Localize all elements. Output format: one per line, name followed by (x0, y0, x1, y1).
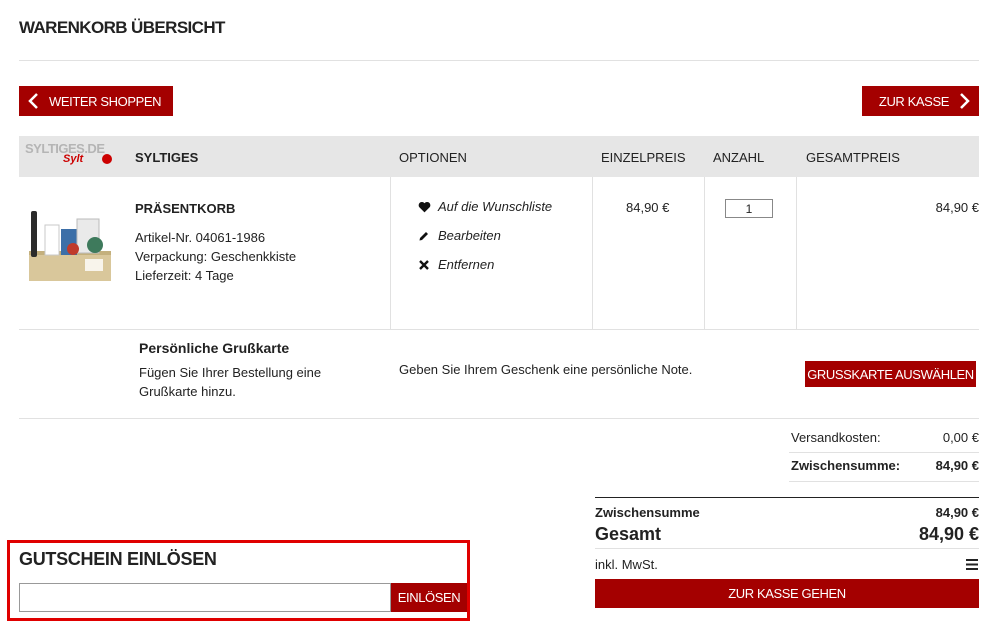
totals-subtotal-label: Zwischensumme (595, 505, 700, 520)
wishlist-label: Auf die Wunschliste (438, 199, 553, 214)
menu-icon[interactable] (966, 559, 978, 570)
item-unit-price: 84,90 € (626, 200, 670, 215)
divider (19, 60, 979, 61)
subtotal-label: Zwischensumme: (791, 458, 901, 473)
continue-shopping-button[interactable]: WEITER SHOPPEN (19, 86, 173, 116)
shop-logo: SYLTIGES.DE Sylt (25, 141, 115, 171)
header-options: OPTIONEN (399, 150, 467, 165)
edit-link[interactable]: Bearbeiten (417, 228, 501, 243)
logo-sub: Sylt (63, 153, 84, 165)
wishlist-link[interactable]: Auf die Wunschliste (417, 199, 552, 214)
total-label: Gesamt (595, 524, 662, 544)
vat-label: inkl. MwSt. (595, 557, 658, 572)
header-quantity: ANZAHL (713, 150, 765, 165)
chevron-right-icon (960, 93, 970, 109)
item-article: Artikel-Nr. 04061-1986 (135, 230, 266, 245)
item-delivery: Lieferzeit: 4 Tage (135, 268, 234, 283)
product-image (29, 211, 111, 281)
continue-shopping-label: WEITER SHOPPEN (49, 93, 162, 109)
header-total: GESAMTPREIS (806, 150, 900, 165)
greeting-title: Persönliche Grußkarte (139, 340, 290, 356)
header-unit-price: EINZELPREIS (601, 150, 686, 165)
totals-subtotal-value: 84,90 € (935, 505, 979, 520)
checkout-top-button[interactable]: ZUR KASSE (862, 86, 979, 116)
chevron-left-icon (28, 93, 38, 109)
item-name[interactable]: PRÄSENTKORB (135, 201, 235, 216)
checkout-button[interactable]: ZUR KASSE GEHEN (595, 579, 979, 608)
header-shop: SYLTIGES (135, 150, 199, 165)
remove-label: Entfernen (438, 257, 495, 272)
voucher-title: GUTSCHEIN EINLÖSEN (19, 549, 217, 569)
page-title: WARENKORB ÜBERSICHT (19, 18, 225, 37)
heart-icon (417, 200, 431, 214)
close-icon (417, 258, 431, 272)
shipping-value: 0,00 € (942, 430, 979, 445)
total-value: 84,90 € (918, 524, 979, 544)
select-greeting-card-button[interactable]: GRUSSKARTE AUSWÄHLEN (805, 361, 976, 387)
greeting-note: Geben Sie Ihrem Geschenk eine persönlich… (399, 362, 693, 377)
greeting-desc-line2: Grußkarte hinzu. (139, 384, 236, 399)
item-packaging: Verpackung: Geschenkkiste (135, 249, 297, 264)
item-total: 84,90 € (935, 200, 979, 215)
redeem-voucher-button[interactable]: EINLÖSEN (391, 583, 467, 612)
greeting-desc-line1: Fügen Sie Ihrer Bestellung eine (139, 365, 322, 380)
logo-badge (102, 154, 112, 164)
voucher-input[interactable] (19, 583, 391, 612)
pencil-icon (417, 229, 431, 243)
edit-label: Bearbeiten (438, 228, 501, 243)
quantity-input[interactable]: 1 (725, 199, 773, 218)
shipping-label: Versandkosten: (791, 430, 881, 445)
checkout-top-label: ZUR KASSE (878, 93, 949, 109)
subtotal-value: 84,90 € (935, 458, 979, 473)
remove-link[interactable]: Entfernen (417, 257, 494, 272)
